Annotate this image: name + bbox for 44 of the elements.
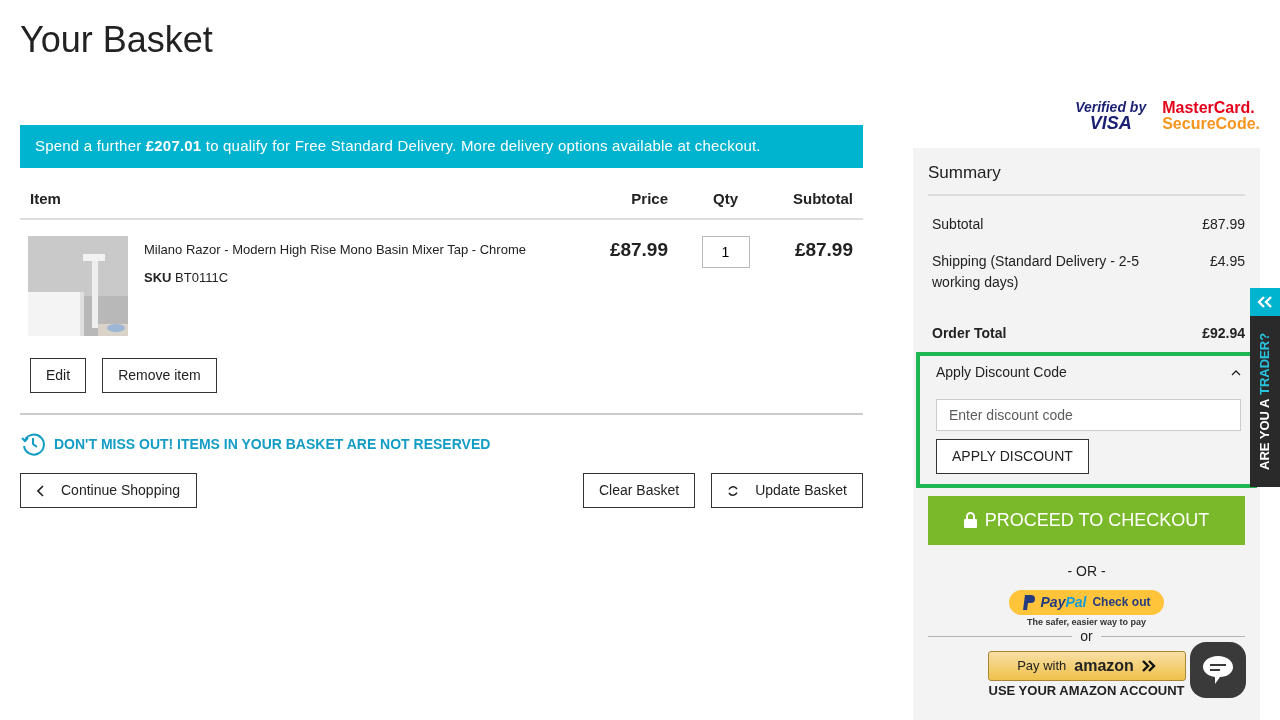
lock-icon [963,512,977,528]
chevron-left-icon [37,484,45,497]
update-basket-button[interactable]: Update Basket [711,473,863,509]
column-header: Item [30,188,62,209]
summary-label: Subtotal [932,214,984,234]
or-divider-text: - OR - [1066,561,1107,581]
amazon-pay-button[interactable]: Pay with amazon [987,651,1186,681]
double-chevron-icon [1141,660,1156,672]
summary-value: £4.95 [1209,251,1245,271]
paypal-checkout-button[interactable]: PayPal Check out [1008,589,1165,615]
chat-icon [1201,654,1235,686]
discount-title[interactable]: Apply Discount Code [936,361,1067,383]
summary-label: Order Total [932,323,1007,343]
remove-item-button[interactable]: Remove item [102,358,217,394]
history-icon [20,431,46,458]
verified-by-visa-logo: Verified by VISA [1075,100,1147,134]
column-header: Price [630,188,668,209]
notice-text: DON'T MISS OUT! ITEMS IN YOUR BASKET ARE NOT RESERVED [54,434,491,454]
summary-label: Shipping (Standard Delivery - 2-5 working days) [932,251,1140,292]
discount-code-field[interactable]: Enter discount code [936,398,1241,431]
clear-basket-button[interactable]: Clear Basket [583,473,696,509]
column-header: Subtotal [792,188,853,209]
double-chevron-left-icon [1257,296,1273,308]
apply-discount-button[interactable]: APPLY DISCOUNT [936,438,1089,474]
mastercard-securecode-logo: MasterCard. SecureCode. [1162,100,1260,134]
summary-value: £87.99 [1202,214,1245,234]
paypal-icon [1022,594,1035,610]
item-price: £87.99 [608,238,668,263]
product-sku: SKU BT0111C [144,268,230,287]
paypal-tagline: The safer, easier way to pay [1025,615,1148,629]
amazon-caption: USE YOUR AMAZON ACCOUNT [987,682,1186,700]
product-name[interactable]: Milano Razor - Modern High Rise Mono Basin Mixer Tap - Chrome [144,240,526,260]
summary-value: £92.94 [1202,323,1245,343]
refresh-icon [727,484,740,497]
edit-button[interactable]: Edit [30,358,87,394]
column-header: Qty [712,188,739,209]
delivery-banner: Spend a further £207.01 to qualify for Free Standard Delivery. More delivery options available at checkout. [20,125,863,168]
chat-button[interactable] [1190,642,1246,698]
item-subtotal: £87.99 [793,238,853,263]
page-title: Your Basket [20,18,214,62]
summary-title: Summary [928,160,1245,196]
quantity-field[interactable]: 1 [701,236,750,269]
or-text: or [1080,629,1093,643]
continue-shopping-button[interactable]: Continue Shopping [20,473,198,509]
